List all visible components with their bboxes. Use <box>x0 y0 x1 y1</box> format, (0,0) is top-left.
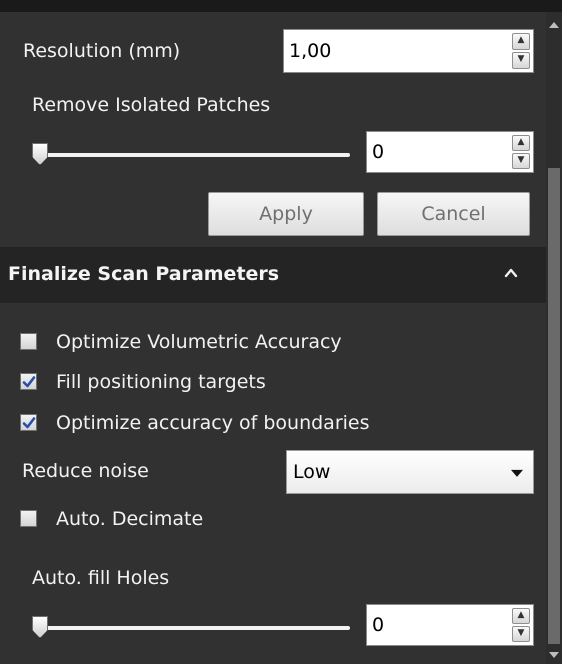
remove-isolated-patches-label: Remove Isolated Patches <box>32 94 271 116</box>
reduce-noise-label: Reduce noise <box>22 460 149 482</box>
chevron-up-icon[interactable] <box>503 265 519 281</box>
vertical-scrollbar[interactable] <box>546 12 562 664</box>
auto-fill-holes-slider[interactable] <box>32 616 350 640</box>
auto-decimate-label: Auto. Decimate <box>56 508 204 530</box>
checkmark-icon <box>22 417 36 429</box>
scroll-down-arrow-icon[interactable] <box>549 652 559 658</box>
slider-track <box>32 626 350 630</box>
spin-down-arrow-icon[interactable]: ▼ <box>512 153 530 169</box>
section-title: Finalize Scan Parameters <box>8 263 280 285</box>
slider-track <box>32 153 350 157</box>
optimize-volumetric-accuracy-checkbox[interactable] <box>20 333 37 350</box>
auto-fill-holes-value: 0 <box>372 614 385 636</box>
fill-positioning-targets-label: Fill positioning targets <box>56 371 266 393</box>
finalize-scan-parameters-header[interactable]: Finalize Scan Parameters <box>0 247 546 303</box>
spin-up-arrow-icon[interactable]: ▲ <box>512 608 530 624</box>
remove-isolated-patches-slider[interactable] <box>32 143 350 167</box>
remove-isolated-patches-value: 0 <box>372 141 385 163</box>
optimize-accuracy-of-boundaries-checkbox[interactable] <box>20 414 37 431</box>
mesh-settings-section: Resolution (mm) 1,00 ▲ ▼ Remove Isolated… <box>0 12 546 247</box>
fill-positioning-targets-checkbox[interactable] <box>20 373 37 390</box>
spin-down-arrow-icon[interactable]: ▼ <box>512 52 530 69</box>
spin-down-arrow-icon[interactable]: ▼ <box>512 626 530 642</box>
auto-fill-holes-spinbox[interactable]: 0 ▲ ▼ <box>366 604 534 646</box>
remove-isolated-patches-spinbox[interactable]: 0 ▲ ▼ <box>366 131 534 173</box>
reduce-noise-value: Low <box>293 461 331 483</box>
top-border <box>0 0 562 12</box>
scroll-up-arrow-icon[interactable] <box>549 22 559 28</box>
auto-decimate-checkbox[interactable] <box>20 510 37 527</box>
cancel-button[interactable]: Cancel <box>377 192 530 236</box>
spin-up-arrow-icon[interactable]: ▲ <box>512 33 530 50</box>
apply-button[interactable]: Apply <box>208 192 364 236</box>
spin-up-arrow-icon[interactable]: ▲ <box>512 135 530 151</box>
resolution-label: Resolution (mm) <box>23 40 181 62</box>
finalize-scan-parameters-section: Optimize Volumetric Accuracy Fill positi… <box>0 303 546 664</box>
resolution-value: 1,00 <box>289 40 332 62</box>
reduce-noise-dropdown[interactable]: Low <box>286 450 534 494</box>
slider-thumb[interactable] <box>32 143 48 165</box>
optimize-volumetric-accuracy-label: Optimize Volumetric Accuracy <box>56 331 342 353</box>
optimize-accuracy-of-boundaries-label: Optimize accuracy of boundaries <box>56 412 370 434</box>
scrollbar-thumb[interactable] <box>548 168 560 644</box>
scan-parameters-panel: Resolution (mm) 1,00 ▲ ▼ Remove Isolated… <box>0 12 546 664</box>
resolution-spinbox[interactable]: 1,00 ▲ ▼ <box>283 29 534 73</box>
auto-fill-holes-label: Auto. fill Holes <box>32 567 170 589</box>
checkmark-icon <box>22 376 36 388</box>
slider-thumb[interactable] <box>32 616 48 638</box>
dropdown-caret-icon <box>511 469 523 477</box>
